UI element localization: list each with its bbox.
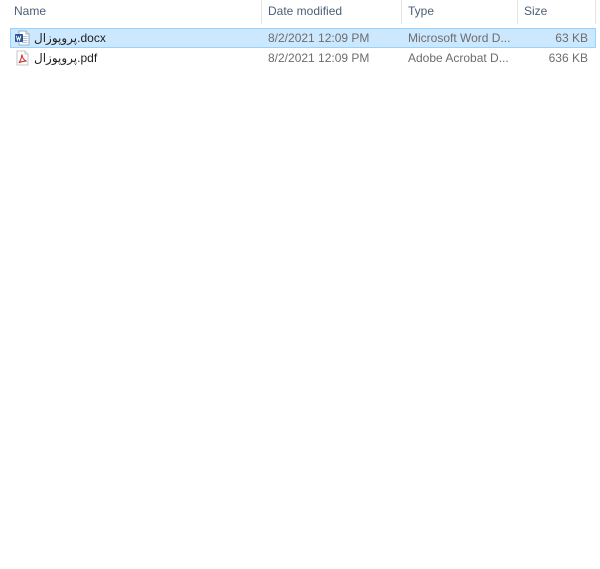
file-type: Microsoft Word D... [408, 31, 511, 45]
column-header-date-label: Date modified [268, 4, 343, 18]
column-header-type[interactable]: Type [402, 0, 517, 24]
file-explorer-view: Name ˄ Date modified Type Size [0, 0, 600, 569]
column-header-bar: Name ˄ Date modified Type Size [0, 0, 600, 24]
column-header-name-label: Name [14, 4, 47, 18]
column-divider[interactable] [595, 0, 596, 24]
column-header-type-label: Type [408, 4, 435, 18]
file-size: 63 KB [555, 31, 588, 45]
file-size: 636 KB [548, 51, 588, 65]
column-header-size[interactable]: Size [518, 0, 594, 24]
word-document-icon [15, 30, 30, 46]
column-header-size-label: Size [524, 4, 548, 18]
column-header-date-modified[interactable]: Date modified [262, 0, 401, 24]
file-date-modified: 8/2/2021 12:09 PM [268, 31, 370, 45]
file-row[interactable]: پروپوزال.pdf 8/2/2021 12:09 PM Adobe Acr… [0, 48, 600, 68]
sort-ascending-icon: ˄ [130, 0, 140, 4]
file-name: پروپوزال.pdf [34, 51, 98, 65]
file-name: پروپوزال.docx [34, 31, 106, 45]
file-date-modified: 8/2/2021 12:09 PM [268, 51, 370, 65]
file-type: Adobe Acrobat D... [408, 51, 509, 65]
pdf-document-icon [16, 50, 29, 66]
file-list: پروپوزال.docx 8/2/2021 12:09 PM Microsof… [0, 28, 600, 68]
file-row[interactable]: پروپوزال.docx 8/2/2021 12:09 PM Microsof… [0, 28, 600, 48]
